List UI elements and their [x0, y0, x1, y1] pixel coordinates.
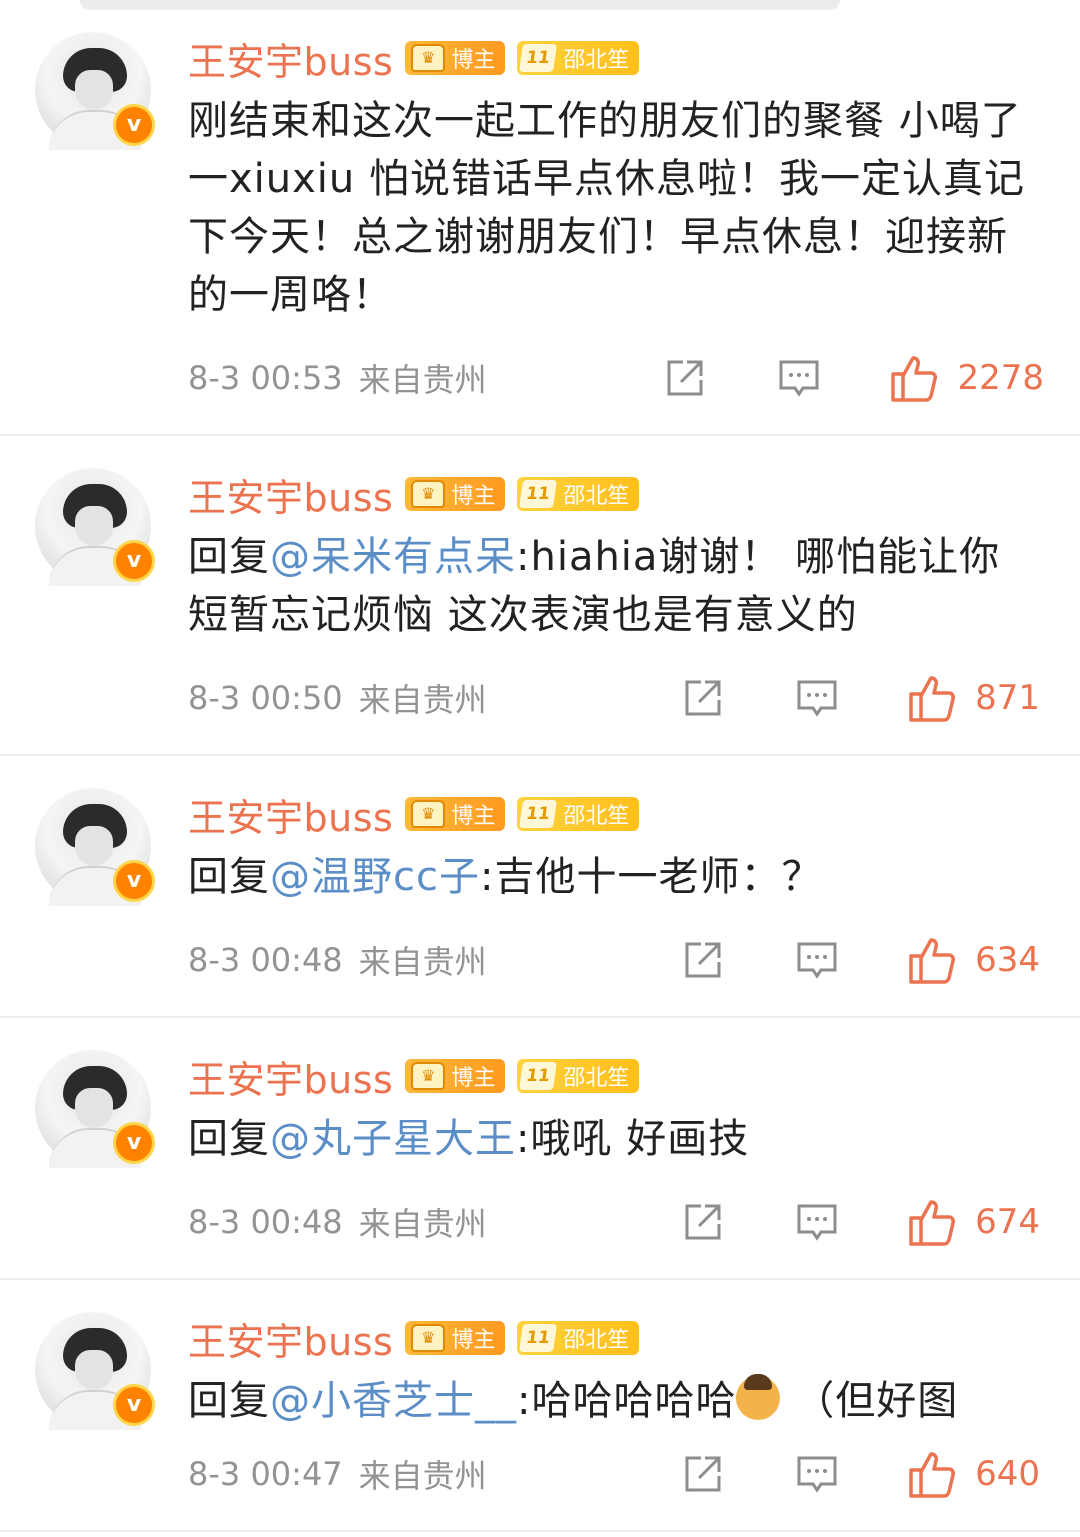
fan-badge[interactable]: 11 邵北笙 — [517, 477, 640, 511]
thumbs-up-icon[interactable] — [889, 354, 939, 402]
comment-time: 8-3 00:50 — [188, 679, 343, 717]
avatar[interactable]: v — [35, 1312, 155, 1430]
comment-location: 来自贵州 — [358, 943, 487, 981]
share-icon[interactable] — [681, 938, 725, 982]
host-badge: ♛ 博主 — [405, 41, 506, 75]
comment-time: 8-3 00:47 — [188, 1455, 343, 1493]
thumbs-up-icon[interactable] — [907, 936, 957, 984]
username[interactable]: 王安宇buss — [188, 467, 393, 522]
share-icon[interactable] — [681, 1200, 725, 1244]
comment-location: 来自贵州 — [358, 1457, 487, 1495]
share-icon[interactable] — [681, 1452, 725, 1496]
username[interactable]: 王安宇buss — [188, 1311, 393, 1366]
avatar[interactable]: v — [35, 1050, 155, 1168]
comment-time: 8-3 00:48 — [188, 941, 343, 979]
like-count: 871 — [975, 678, 1040, 718]
thumbs-up-icon[interactable] — [907, 1450, 957, 1498]
fan-badge[interactable]: 11 邵北笙 — [517, 797, 640, 831]
mention-link[interactable]: @温野cc子 — [270, 854, 480, 900]
username[interactable]: 王安宇buss — [188, 1049, 393, 1104]
comment-location: 来自贵州 — [358, 681, 487, 719]
comment-icon[interactable] — [795, 676, 839, 720]
comment-item: v 王安宇buss ♛ 博主 11 邵北笙 回复@丸子星大王:哦吼 好画技 8-3 … — [0, 1018, 1080, 1280]
avatar[interactable]: v — [35, 32, 155, 150]
username[interactable]: 王安宇buss — [188, 31, 393, 86]
comment-time: 8-3 00:48 — [188, 1203, 343, 1241]
crown-icon: ♛ — [411, 1324, 446, 1352]
host-badge: ♛ 博主 — [405, 797, 506, 831]
comment-text: 刚结束和这次一起工作的朋友们的聚餐 小喝了一xiuxiu 怕说错话早点休息啦！我… — [188, 98, 1025, 318]
comment-icon[interactable] — [777, 356, 821, 400]
avatar[interactable]: v — [35, 788, 155, 906]
verified-v-icon: v — [113, 860, 155, 902]
comment-text: 回复@温野cc子:吉他十一老师：？ — [188, 854, 823, 900]
like-count: 674 — [975, 1202, 1040, 1242]
share-icon[interactable] — [663, 356, 707, 400]
crown-icon: ♛ — [411, 480, 446, 508]
verified-v-icon: v — [113, 1122, 155, 1164]
host-badge: ♛ 博主 — [405, 1059, 506, 1093]
mention-link[interactable]: @呆米有点呆 — [270, 534, 516, 580]
comment-location: 来自贵州 — [358, 361, 487, 399]
thumbs-up-icon[interactable] — [907, 674, 957, 722]
fan-badge[interactable]: 11 邵北笙 — [517, 1321, 640, 1355]
like-count: 634 — [975, 940, 1040, 980]
person-bowing-emoji-icon — [736, 1374, 781, 1420]
host-badge: ♛ 博主 — [405, 477, 506, 511]
comment-text: 回复@小香芝士__:哈哈哈哈哈 （但好图 — [188, 1374, 959, 1424]
verified-v-icon: v — [113, 104, 155, 146]
verified-v-icon: v — [113, 540, 155, 582]
comment-icon[interactable] — [795, 1452, 839, 1496]
username[interactable]: 王安宇buss — [188, 787, 393, 842]
mention-link[interactable]: @小香芝士__ — [270, 1378, 517, 1424]
like-count: 2278 — [957, 358, 1044, 398]
crown-icon: ♛ — [411, 44, 446, 72]
comment-icon[interactable] — [795, 1200, 839, 1244]
avatar[interactable]: v — [35, 468, 155, 586]
verified-v-icon: v — [113, 1384, 155, 1426]
comment-item: v 王安宇buss ♛ 博主 11 邵北笙 回复@温野cc子:吉他十一老师：？ 8-… — [0, 756, 1080, 1018]
comment-item: v 王安宇buss ♛ 博主 11 邵北笙 回复@小香芝士__:哈哈哈哈哈 （但好图… — [0, 1280, 1080, 1532]
comment-item: v 王安宇buss ♛ 博主 11 邵北笙 刚结束和这次一起工作的朋友们的聚餐 小喝… — [0, 0, 1080, 436]
host-badge: ♛ 博主 — [405, 1321, 506, 1355]
comment-icon[interactable] — [795, 938, 839, 982]
mention-link[interactable]: @丸子星大王 — [270, 1116, 516, 1162]
comment-time: 8-3 00:53 — [188, 359, 343, 397]
comment-item: v 王安宇buss ♛ 博主 11 邵北笙 回复@呆米有点呆:hiahia谢谢！ 哪… — [0, 436, 1080, 756]
like-count: 640 — [975, 1454, 1040, 1494]
thumbs-up-icon[interactable] — [907, 1198, 957, 1246]
crown-icon: ♛ — [411, 1062, 446, 1090]
fan-badge[interactable]: 11 邵北笙 — [517, 1059, 640, 1093]
crown-icon: ♛ — [411, 800, 446, 828]
fan-badge[interactable]: 11 邵北笙 — [517, 41, 640, 75]
share-icon[interactable] — [681, 676, 725, 720]
comment-text: 回复@丸子星大王:哦吼 好画技 — [188, 1116, 750, 1162]
comment-location: 来自贵州 — [358, 1205, 487, 1243]
comment-text: 回复@呆米有点呆:hiahia谢谢！ 哪怕能让你短暂忘记烦恼 这次表演也是有意义… — [188, 534, 1001, 638]
